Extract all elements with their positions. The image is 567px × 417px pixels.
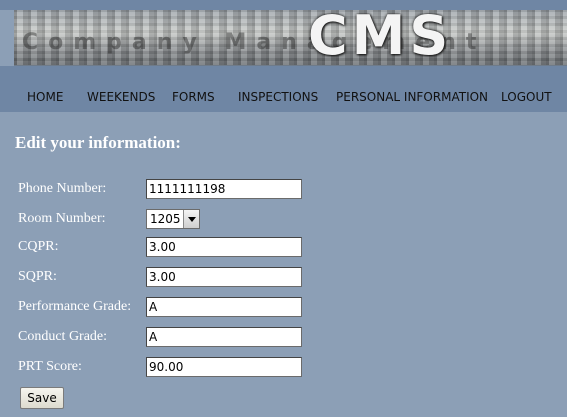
prt-score-input[interactable]: 90.00: [146, 357, 302, 377]
nav-inspections[interactable]: INSPECTIONS: [238, 90, 318, 104]
nav-logout[interactable]: LOGOUT: [501, 90, 552, 104]
performance-grade-label: Performance Grade:: [18, 299, 132, 314]
nav-weekends[interactable]: WEEKENDS: [87, 90, 155, 104]
sqpr-input[interactable]: 3.00: [146, 267, 302, 287]
main-nav: HOME WEEKENDS FORMS INSPECTIONS PERSONAL…: [0, 88, 567, 108]
cqpr-input[interactable]: 3.00: [146, 237, 302, 257]
sqpr-label: SQPR:: [18, 269, 57, 284]
performance-grade-input[interactable]: A: [146, 297, 302, 317]
conduct-grade-input[interactable]: A: [146, 327, 302, 347]
room-select[interactable]: 1205: [146, 209, 200, 229]
conduct-grade-label: Conduct Grade:: [18, 329, 108, 344]
phone-input[interactable]: 1111111198: [146, 179, 302, 199]
room-label: Room Number:: [18, 211, 106, 226]
header-banner: Company Management CMS: [14, 10, 567, 67]
top-strip: [0, 0, 567, 10]
cms-logo: CMS: [308, 10, 453, 67]
nav-forms[interactable]: FORMS: [172, 90, 215, 104]
page-title: Edit your information:: [15, 133, 181, 152]
phone-label: Phone Number:: [18, 181, 107, 196]
cqpr-label: CQPR:: [18, 239, 59, 254]
chevron-down-icon[interactable]: [183, 210, 199, 228]
prt-score-label: PRT Score:: [18, 359, 82, 374]
nav-home[interactable]: HOME: [27, 90, 63, 104]
save-button[interactable]: Save: [20, 387, 64, 409]
nav-personal-information[interactable]: PERSONAL INFORMATION: [336, 90, 488, 104]
room-selected-value: 1205: [150, 212, 181, 226]
